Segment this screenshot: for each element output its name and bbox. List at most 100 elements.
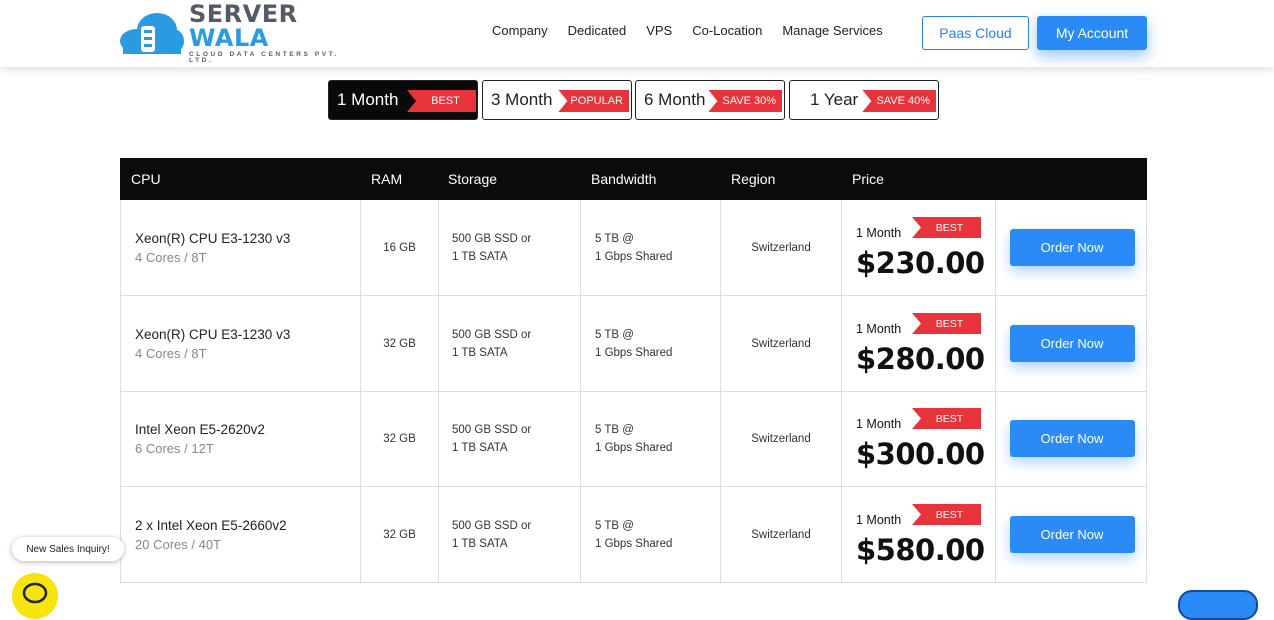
chat-icon [22, 582, 48, 604]
header-cpu: CPU [131, 171, 161, 187]
cell-ram: 32 GB [361, 391, 439, 486]
cell-storage: 500 GB SSD or 1 TB SATA [439, 391, 581, 486]
nav-company[interactable]: Company [492, 23, 548, 38]
cell-bandwidth: 5 TB @ 1 Gbps Shared [581, 391, 721, 486]
table-header: CPU RAM Storage Bandwidth Region Price [120, 158, 1147, 200]
cell-cpu: Intel Xeon E5-2620v2 6 Cores / 12T [121, 391, 361, 486]
cell-region: Switzerland [721, 296, 842, 391]
price-value: $300.00 [856, 436, 985, 471]
bandwidth-line-1: 5 TB @ [595, 519, 634, 532]
logo[interactable]: SERVER WALA CLOUD DATA CENTERS PVT. LTD. [119, 2, 364, 64]
nav-dedicated[interactable]: Dedicated [568, 23, 627, 38]
cell-bandwidth: 5 TB @ 1 Gbps Shared [581, 296, 721, 391]
cpu-cores: 4 Cores / 8T [135, 249, 207, 265]
cpu-name: Xeon(R) CPU E3-1230 v3 [135, 230, 291, 246]
cell-region: Switzerland [721, 487, 842, 582]
bandwidth-line-2: 1 Gbps Shared [595, 441, 673, 454]
storage-line-1: 500 GB SSD or [452, 328, 532, 341]
tab-1-month[interactable]: 1 Month BEST [328, 80, 478, 120]
cell-bandwidth: 5 TB @ 1 Gbps Shared [581, 200, 721, 295]
brand-tagline: CLOUD DATA CENTERS PVT. LTD. [189, 50, 339, 64]
header-ram: RAM [371, 171, 403, 187]
tab-badge: BEST [407, 90, 476, 112]
order-now-button[interactable]: Order Now [1009, 229, 1135, 266]
nav-co-location[interactable]: Co-Location [692, 23, 762, 38]
storage-line-1: 500 GB SSD or [452, 423, 532, 436]
price-badge: BEST [912, 408, 981, 429]
nav-manage-services[interactable]: Manage Services [782, 23, 882, 38]
tab-label: 1 Month [337, 90, 399, 109]
cell-storage: 500 GB SSD or 1 TB SATA [439, 200, 581, 295]
bandwidth-line-1: 5 TB @ [595, 328, 634, 341]
tab-1-year[interactable]: 1 Year SAVE 40% [789, 80, 939, 120]
cell-bandwidth: 5 TB @ 1 Gbps Shared [581, 487, 721, 582]
cell-region: Switzerland [721, 200, 842, 295]
cell-action: Order Now [996, 391, 1148, 486]
price-badge: BEST [912, 313, 981, 334]
table-row: Xeon(R) CPU E3-1230 v3 4 Cores / 8T 16 G… [120, 200, 1147, 296]
cell-ram: 32 GB [361, 296, 439, 391]
tab-label: 6 Month [644, 90, 706, 109]
tab-label: 1 Year [810, 90, 859, 109]
cell-cpu: 2 x Intel Xeon E5-2660v2 20 Cores / 40T [121, 487, 361, 582]
cpu-name: 2 x Intel Xeon E5-2660v2 [135, 517, 287, 533]
storage-line-2: 1 TB SATA [452, 250, 508, 263]
storage-line-1: 500 GB SSD or [452, 232, 532, 245]
main-nav: Company Dedicated VPS Co-Location Manage… [492, 23, 903, 38]
header-storage: Storage [448, 171, 498, 187]
header-bandwidth: Bandwidth [591, 171, 657, 187]
cell-ram: 32 GB [361, 487, 439, 582]
tab-badge: SAVE 40% [862, 90, 936, 112]
cell-price: 1 Month $580.00 BEST [842, 487, 996, 582]
sales-inquiry-bubble[interactable]: New Sales Inquiry! [12, 537, 124, 561]
tab-6-month[interactable]: 6 Month SAVE 30% [635, 80, 785, 120]
cpu-cores: 20 Cores / 40T [135, 536, 221, 552]
cloud-logo-icon [119, 12, 185, 54]
paas-cloud-button[interactable]: Paas Cloud [922, 16, 1029, 50]
cell-price: 1 Month $280.00 BEST [842, 296, 996, 391]
order-now-button[interactable]: Order Now [1009, 325, 1135, 362]
table-row: 2 x Intel Xeon E5-2660v2 20 Cores / 40T … [120, 487, 1147, 583]
cell-cpu: Xeon(R) CPU E3-1230 v3 4 Cores / 8T [121, 296, 361, 391]
chat-button[interactable] [12, 573, 58, 619]
cell-region: Switzerland [721, 391, 842, 486]
order-now-button[interactable]: Order Now [1009, 516, 1135, 553]
storage-line-1: 500 GB SSD or [452, 519, 532, 532]
order-now-button[interactable]: Order Now [1009, 420, 1135, 457]
price-value: $230.00 [856, 245, 985, 280]
cell-action: Order Now [996, 200, 1148, 295]
price-value: $580.00 [856, 532, 985, 567]
bandwidth-line-2: 1 Gbps Shared [595, 346, 673, 359]
header-region: Region [731, 171, 776, 187]
cpu-cores: 4 Cores / 8T [135, 345, 207, 361]
price-badge: BEST [912, 217, 981, 238]
floating-corner-button[interactable] [1178, 590, 1258, 620]
cell-cpu: Xeon(R) CPU E3-1230 v3 4 Cores / 8T [121, 200, 361, 295]
bandwidth-line-2: 1 Gbps Shared [595, 537, 673, 550]
cpu-cores: 6 Cores / 12T [135, 440, 214, 456]
tab-badge: SAVE 30% [708, 90, 782, 112]
nav-vps[interactable]: VPS [646, 23, 672, 38]
brand-name: SERVER WALA [189, 0, 298, 52]
cell-price: 1 Month $300.00 BEST [842, 391, 996, 486]
storage-line-2: 1 TB SATA [452, 537, 508, 550]
cell-price: 1 Month $230.00 BEST [842, 200, 996, 295]
cpu-name: Xeon(R) CPU E3-1230 v3 [135, 326, 291, 342]
price-value: $280.00 [856, 341, 985, 376]
cell-ram: 16 GB [361, 200, 439, 295]
price-badge: BEST [912, 504, 981, 525]
bandwidth-line-1: 5 TB @ [595, 423, 634, 436]
tab-label: 3 Month [491, 90, 553, 109]
bandwidth-line-1: 5 TB @ [595, 232, 634, 245]
cell-action: Order Now [996, 296, 1148, 391]
table-row: Xeon(R) CPU E3-1230 v3 4 Cores / 8T 32 G… [120, 296, 1147, 392]
cell-storage: 500 GB SSD or 1 TB SATA [439, 296, 581, 391]
storage-line-2: 1 TB SATA [452, 441, 508, 454]
site-header: SERVER WALA CLOUD DATA CENTERS PVT. LTD.… [0, 0, 1274, 67]
tab-3-month[interactable]: 3 Month POPULAR [482, 80, 632, 120]
cell-action: Order Now [996, 487, 1148, 582]
header-price: Price [852, 171, 884, 187]
bandwidth-line-2: 1 Gbps Shared [595, 250, 673, 263]
tab-badge: POPULAR [558, 90, 629, 112]
my-account-button[interactable]: My Account [1037, 16, 1147, 50]
